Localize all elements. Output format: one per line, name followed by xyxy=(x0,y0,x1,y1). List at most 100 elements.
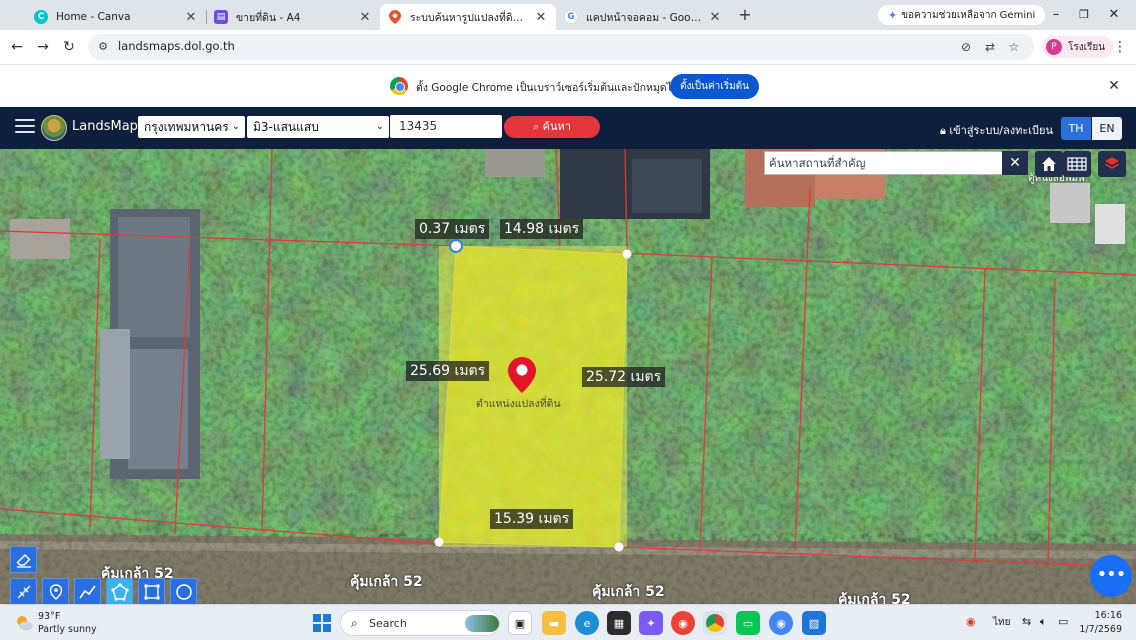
rectangle-tool-button[interactable] xyxy=(138,578,165,604)
partly-sunny-icon[interactable] xyxy=(14,613,34,633)
parcel-number-input[interactable]: 13435 xyxy=(390,115,502,138)
eraser-tool-button[interactable] xyxy=(10,546,37,573)
chrome-profile-2-icon[interactable] xyxy=(703,611,727,635)
location-blocked-icon[interactable]: ⊘ xyxy=(958,39,974,55)
tab-title: แคปหน้าจอคอม - Google Search xyxy=(586,11,702,24)
province-value: กรุงเทพมหานคร xyxy=(144,120,229,134)
tab-a4[interactable]: ▤ ขายที่ดิน - A4 ✕ xyxy=(206,4,380,30)
bookmark-star-icon[interactable]: ☆ xyxy=(1006,39,1022,55)
polygon-icon xyxy=(110,582,129,601)
chevron-down-icon: ⌄ xyxy=(231,121,240,132)
measure-tool-button[interactable] xyxy=(10,578,37,604)
copilot-icon[interactable]: ✦ xyxy=(639,611,663,635)
close-infobar-icon[interactable]: ✕ xyxy=(1106,77,1122,95)
tab-title: ระบบค้นหารูปแปลงที่ดิน (LandsMaps) xyxy=(410,11,528,24)
polygon-tool-button[interactable] xyxy=(106,578,133,604)
taskbar-search-label: Search xyxy=(369,617,407,630)
line-app-icon[interactable]: ▭ xyxy=(736,611,760,635)
a4-app-icon: ▤ xyxy=(214,10,228,24)
measurement-left: 25.69 เมตร xyxy=(406,361,490,381)
close-tab-icon[interactable]: ✕ xyxy=(708,10,722,25)
tab-google-search[interactable]: G แคปหน้าจอคอม - Google Search ✕ xyxy=(556,4,730,30)
gemini-button[interactable]: ✦ ขอความช่วยเหลือจาก Gemini xyxy=(878,5,1046,25)
close-tab-icon[interactable]: ✕ xyxy=(184,10,198,25)
ruler-icon xyxy=(17,585,30,598)
edge-browser-icon[interactable]: e xyxy=(575,611,599,635)
tab-landsmaps[interactable]: ระบบค้นหารูปแปลงที่ดิน (LandsMaps) ✕ xyxy=(380,4,556,30)
store-icon[interactable]: ▦ xyxy=(607,611,631,635)
circle-tool-button[interactable] xyxy=(170,578,197,604)
translate-icon[interactable]: ⇄ xyxy=(982,39,998,55)
map-pin-icon[interactable] xyxy=(508,357,536,393)
clear-search-icon[interactable]: ✕ xyxy=(1002,151,1028,175)
polyline-tool-button[interactable] xyxy=(74,578,101,604)
new-tab-button[interactable]: + xyxy=(736,6,754,24)
tab-title: ขายที่ดิน - A4 xyxy=(236,11,301,24)
search-icon: ⌕ xyxy=(533,120,540,133)
search-button[interactable]: ⌕ ค้นหา xyxy=(504,116,600,138)
chrome-profile-3-icon[interactable]: ◉ xyxy=(769,611,793,635)
polyline-icon xyxy=(78,585,96,598)
address-bar[interactable]: ⚙ landsmaps.dol.go.th ⊘ ⇄ ☆ xyxy=(88,34,1034,60)
circle-icon xyxy=(175,583,192,600)
windows-start-icon[interactable] xyxy=(313,614,331,632)
weather-temperature[interactable]: 93°F xyxy=(38,611,60,622)
province-select[interactable]: กรุงเทพมหานคร ⌄ xyxy=(138,116,245,138)
restore-button[interactable]: ❐ xyxy=(1074,6,1094,24)
marker-tool-button[interactable] xyxy=(42,578,69,604)
clock-date[interactable]: 1/7/2569 xyxy=(1078,624,1122,635)
browser-tab-strip: C Home - Canva ✕ ▤ ขายที่ดิน - A4 ✕ ระบบ… xyxy=(0,0,1136,30)
network-icon[interactable]: ⇆ xyxy=(1022,615,1031,628)
search-icon: ⌕ xyxy=(351,616,358,630)
url-text: landsmaps.dol.go.th xyxy=(118,39,235,53)
measurement-top-left: 0.37 เมตร xyxy=(415,219,490,239)
clock-time[interactable]: 16:16 xyxy=(1088,610,1122,621)
map-view[interactable]: ตำแหน่งแปลงที่ดิน 0.37 เมตร 14.98 เมตร 2… xyxy=(0,149,1136,604)
close-window-button[interactable]: ✕ xyxy=(1104,6,1124,24)
home-icon[interactable] xyxy=(1035,151,1063,177)
lang-en-button[interactable]: EN xyxy=(1092,117,1122,140)
tab-canva[interactable]: C Home - Canva ✕ xyxy=(26,4,206,30)
default-browser-infobar: ตั้ง Google Chrome เป็นเบราว์เซอร์เริ่มต… xyxy=(0,64,1136,107)
tray-app-icon[interactable]: ◉ xyxy=(966,615,976,628)
close-tab-icon[interactable]: ✕ xyxy=(358,10,372,25)
taskbar-search[interactable]: ⌕ Search xyxy=(340,610,500,636)
google-icon: G xyxy=(564,10,578,24)
landsmaps-header: LandsMaps กรุงเทพมหานคร ⌄ มิ3-แสนแสบ ⌄ 1… xyxy=(0,107,1136,149)
site-info-icon[interactable]: ⚙ xyxy=(96,40,110,54)
poi-search-input[interactable]: ค้นหาสถานที่สำคัญ xyxy=(764,151,1028,175)
weather-description[interactable]: Partly sunny xyxy=(38,624,97,635)
road-label: คุ้มเกล้า 52 xyxy=(350,574,423,590)
avatar: P xyxy=(1046,39,1062,55)
set-default-button[interactable]: ตั้งเป็นค่าเริ่มต้น xyxy=(670,74,759,99)
close-tab-icon[interactable]: ✕ xyxy=(534,10,548,25)
gemini-label: ขอความช่วยเหลือจาก Gemini xyxy=(901,9,1036,21)
layers-icon[interactable] xyxy=(1098,151,1126,177)
photos-app-icon[interactable]: ▨ xyxy=(802,611,826,635)
forward-arrow-icon[interactable]: → xyxy=(34,38,52,56)
lang-th-button[interactable]: TH xyxy=(1061,117,1091,140)
hamburger-menu-icon[interactable] xyxy=(15,119,35,135)
login-link[interactable]: 🔒︎ เข้าสู่ระบบ/ลงทะเบียน xyxy=(940,121,1053,139)
profile-button[interactable]: P โรงเรียน xyxy=(1042,36,1114,58)
chrome-profile-1-icon[interactable]: ◉ xyxy=(671,611,695,635)
location-pin-icon xyxy=(49,583,62,600)
profile-name: โรงเรียน xyxy=(1068,41,1106,53)
back-arrow-icon[interactable]: ← xyxy=(8,38,26,56)
district-select[interactable]: มิ3-แสนแสบ ⌄ xyxy=(247,116,389,138)
minimize-button[interactable]: – xyxy=(1046,6,1066,24)
lock-icon: 🔒︎ xyxy=(940,124,946,137)
screen: C Home - Canva ✕ ▤ ขายที่ดิน - A4 ✕ ระบบ… xyxy=(0,0,1136,640)
task-view-icon[interactable]: ▣ xyxy=(508,611,532,635)
more-options-button[interactable]: ••• xyxy=(1090,555,1132,597)
input-language[interactable]: ไทย xyxy=(993,615,1010,630)
department-of-lands-logo xyxy=(41,115,67,141)
windows-taskbar: 93°F Partly sunny ⌕ Search ▣ ▬ e ▦ ✦ ◉ ▭… xyxy=(0,604,1136,640)
browser-menu-icon[interactable]: ⋮ xyxy=(1112,38,1128,56)
reload-icon[interactable]: ↻ xyxy=(60,38,78,56)
volume-icon[interactable]: 🔈︎ xyxy=(1040,615,1047,629)
measurement-bottom: 15.39 เมตร xyxy=(490,509,574,529)
grid-layer-icon[interactable] xyxy=(1063,151,1091,177)
battery-icon[interactable]: ▭ xyxy=(1058,615,1068,628)
file-explorer-icon[interactable]: ▬ xyxy=(542,611,566,635)
